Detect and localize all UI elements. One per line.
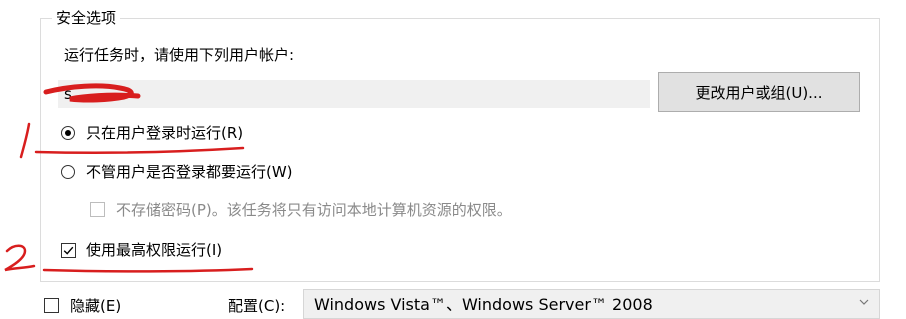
redaction-scribble xyxy=(43,83,141,103)
handwritten-number-icon xyxy=(4,244,36,272)
ink-annotation-layer xyxy=(4,83,254,273)
handwritten-number-icon xyxy=(19,122,31,159)
underline-mark xyxy=(34,146,245,155)
underline-mark xyxy=(42,267,254,273)
